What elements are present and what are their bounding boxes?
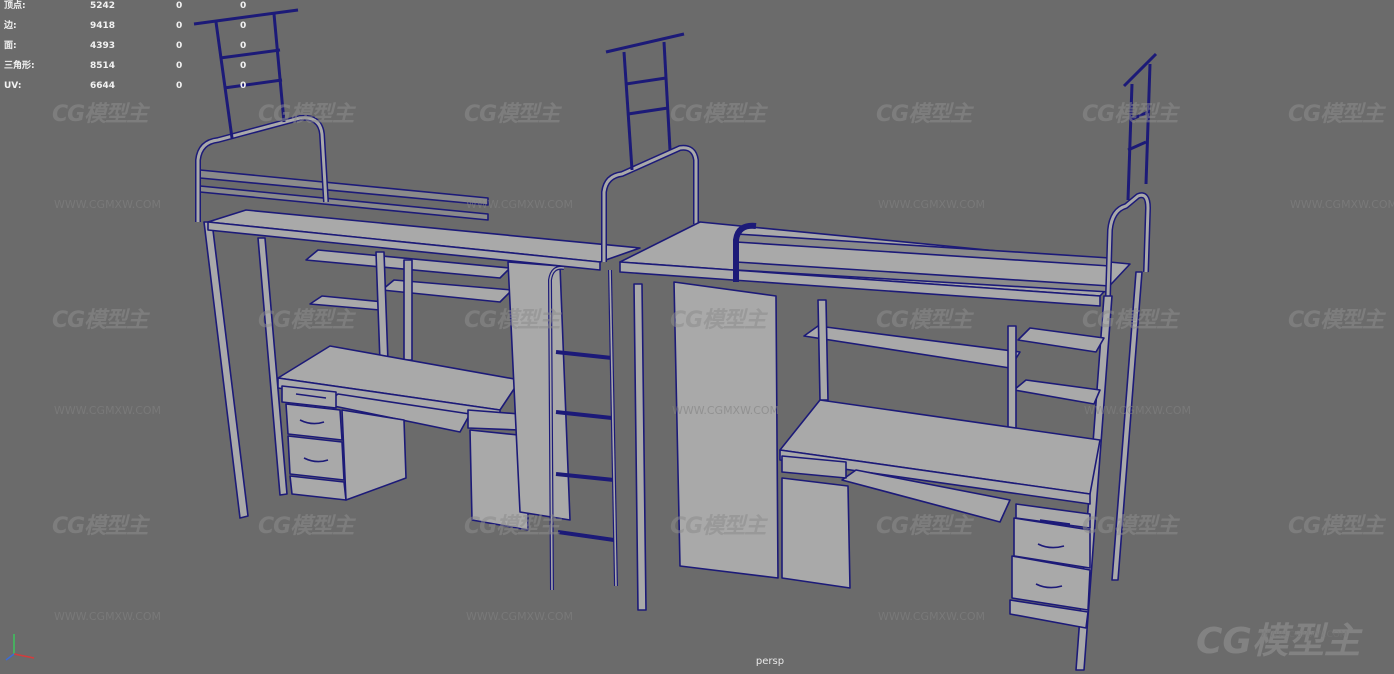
hud-row-faces: 面: 4393 0 0 bbox=[4, 40, 264, 60]
hud-selected-alt: 0 bbox=[240, 1, 247, 11]
hud-selected: 0 bbox=[176, 81, 183, 91]
right-post-back bbox=[1111, 271, 1143, 581]
poly-count-hud: 顶点: 5242 0 0 边: 9418 0 0 面: 4393 0 0 三角形… bbox=[4, 0, 264, 100]
hud-label: 顶点: bbox=[4, 1, 26, 11]
hud-label: 边: bbox=[4, 21, 17, 31]
loft-bed-model[interactable] bbox=[0, 0, 1394, 674]
right-upper-shelf bbox=[803, 325, 1021, 369]
right-mid-shelf bbox=[1013, 379, 1101, 405]
hud-selected-alt: 0 bbox=[240, 21, 247, 31]
hud-selected-alt: 0 bbox=[240, 61, 247, 71]
hud-row-uvs: UV: 6644 0 0 bbox=[4, 80, 264, 100]
left-cabinet-side bbox=[341, 409, 407, 501]
center-wardrobe-right bbox=[673, 281, 779, 579]
hud-label: 三角形: bbox=[4, 61, 35, 71]
left-drawer-3 bbox=[287, 435, 345, 481]
right-shelf-upright-2 bbox=[817, 299, 829, 401]
hud-total: 4393 bbox=[90, 41, 116, 51]
corner-watermark-url: WWW.CGMXW.COM bbox=[1260, 630, 1348, 640]
hud-selected: 0 bbox=[176, 21, 183, 31]
camera-label: persp bbox=[755, 656, 785, 667]
hud-total: 5242 bbox=[90, 1, 116, 11]
hud-row-edges: 边: 9418 0 0 bbox=[4, 20, 264, 40]
hud-label: UV: bbox=[4, 81, 22, 91]
hud-selected: 0 bbox=[176, 61, 183, 71]
left-drawer-2 bbox=[285, 403, 343, 441]
right-upper-shelf-2 bbox=[1017, 327, 1105, 353]
left-shelf-upright-2 bbox=[403, 259, 413, 361]
left-post-mid bbox=[257, 237, 288, 496]
hud-selected: 0 bbox=[176, 1, 183, 11]
hud-total: 8514 bbox=[90, 61, 116, 71]
left-shelf-upright bbox=[375, 251, 389, 363]
hud-total: 9418 bbox=[90, 21, 116, 31]
left-shelf-2 bbox=[381, 279, 513, 303]
3d-viewport[interactable]: CG模型主 CG模型主 CG模型主 CG模型主 CG模型主 CG模型主 CG模型… bbox=[0, 0, 1394, 674]
left-head-frame bbox=[195, 114, 329, 222]
hud-row-vertices: 顶点: 5242 0 0 bbox=[4, 0, 264, 20]
hud-selected-alt: 0 bbox=[240, 41, 247, 51]
hud-label: 面: bbox=[4, 41, 17, 51]
center-post bbox=[633, 283, 647, 611]
left-mid-shelf bbox=[309, 295, 385, 311]
left-post-front bbox=[203, 221, 249, 519]
hud-selected-alt: 0 bbox=[240, 81, 247, 91]
axis-gizmo-icon bbox=[5, 634, 35, 661]
right-desk-leg-box bbox=[781, 477, 851, 589]
hud-total: 6644 bbox=[90, 81, 116, 91]
left-right-drawer bbox=[467, 409, 521, 431]
hud-row-triangles: 三角形: 8514 0 0 bbox=[4, 60, 264, 80]
hud-selected: 0 bbox=[176, 41, 183, 51]
